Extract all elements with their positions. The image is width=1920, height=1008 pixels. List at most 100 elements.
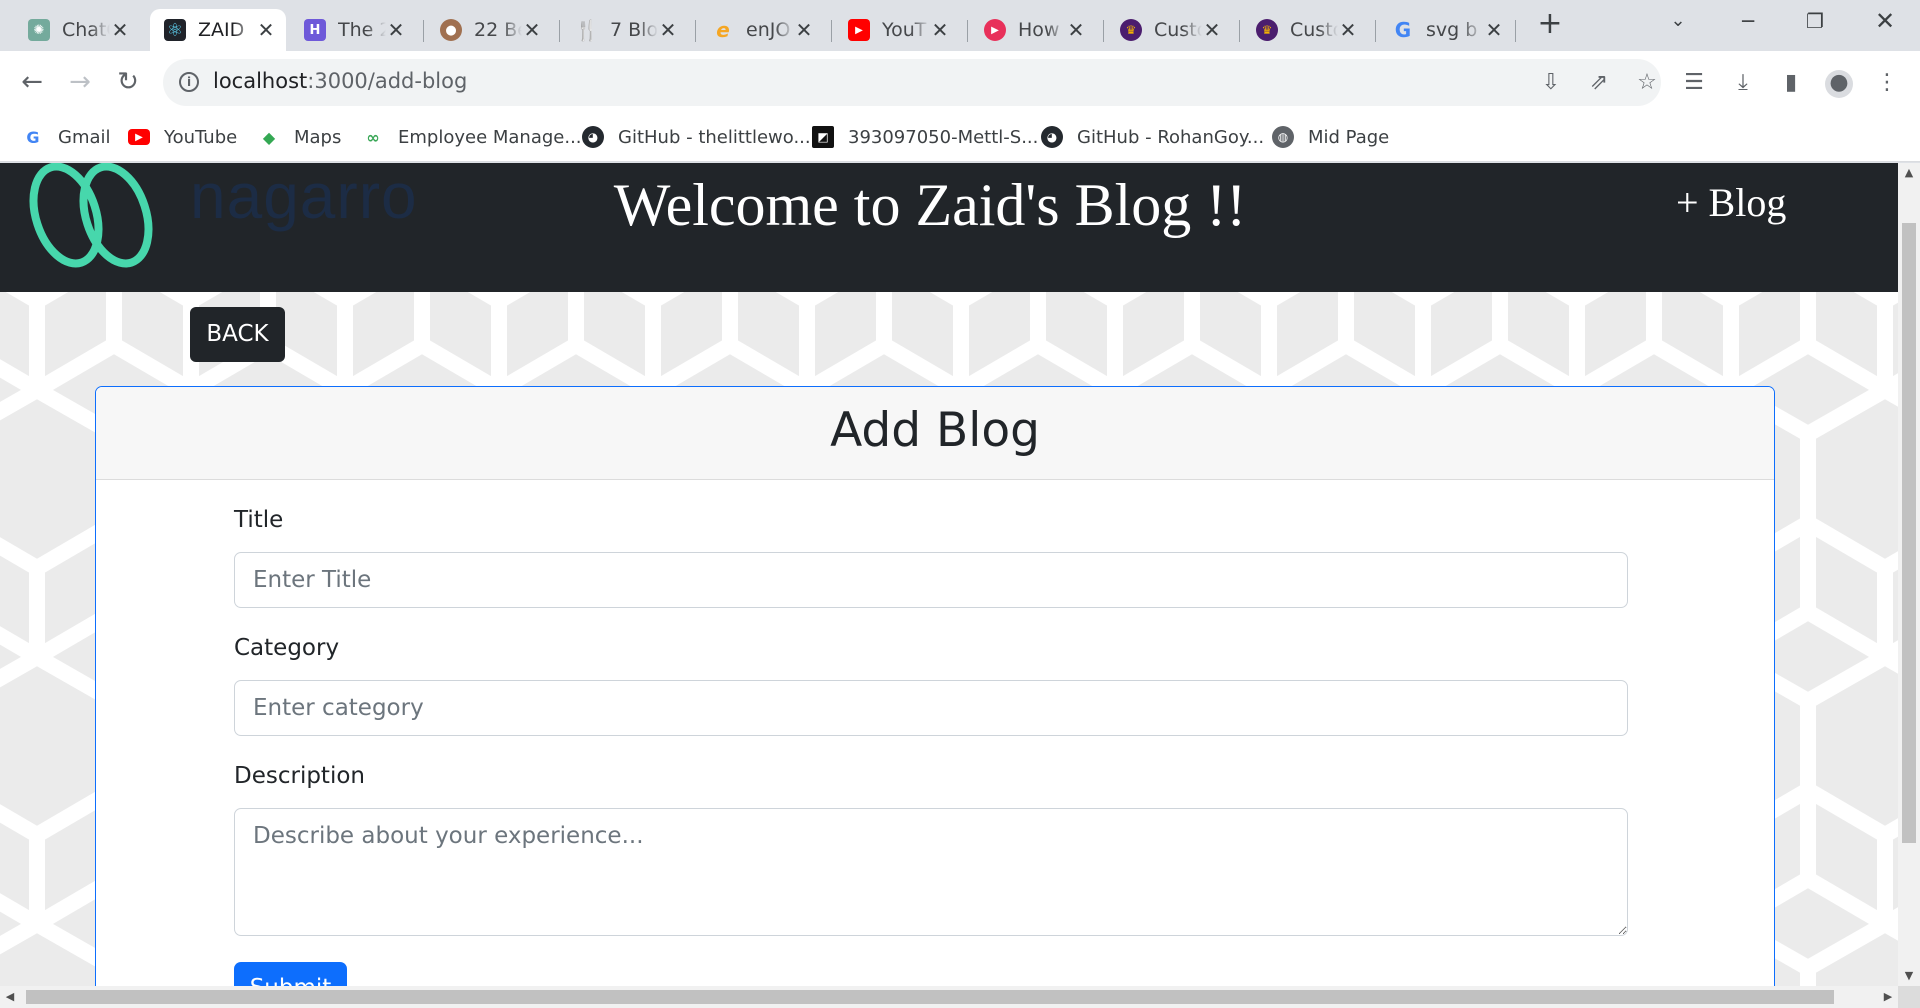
horizontal-scrollbar[interactable]: ◀ ▶ [0, 986, 1898, 1008]
window-close-icon[interactable]: ✕ [1870, 6, 1900, 36]
scroll-up-icon[interactable]: ▲ [1898, 163, 1920, 183]
tab-svg[interactable]: G svg b ✕ [1378, 9, 1514, 51]
tab-divider [559, 20, 560, 42]
vertical-scroll-thumb[interactable] [1902, 223, 1916, 843]
tab-how[interactable]: ▶ How ✕ [970, 9, 1096, 51]
close-icon[interactable]: ✕ [522, 18, 542, 42]
new-tab-button[interactable]: + [1535, 9, 1565, 40]
forward-arrow-icon[interactable]: → [64, 67, 96, 99]
category-input[interactable] [234, 680, 1628, 736]
download-icon[interactable]: ⤓ [1729, 70, 1757, 98]
profile-avatar[interactable]: ● [1825, 70, 1853, 98]
submit-button[interactable]: Submit [234, 962, 347, 986]
bookmark-maps[interactable]: ◆ Maps [258, 124, 342, 150]
close-icon[interactable]: ✕ [1202, 18, 1222, 42]
tab-label: 22 Be [474, 19, 522, 41]
tab-zaid[interactable]: ⚛ ZAID ✕ [150, 9, 286, 51]
close-icon[interactable]: ✕ [658, 18, 678, 42]
close-icon[interactable]: ✕ [110, 18, 130, 42]
add-blog-link[interactable]: + Blog [1676, 179, 1786, 226]
fork-knife-icon: 🍴 [574, 18, 600, 42]
tab-22-best[interactable]: ● 22 Be ✕ [426, 9, 552, 51]
tab-label: Custo [1154, 19, 1202, 41]
tab-enjoy[interactable]: e enJO ✕ [698, 9, 824, 51]
tab-label: 7 Blo [610, 19, 658, 41]
bookmark-github-1[interactable]: ◕ GitHub - thelittlewo... [582, 124, 811, 150]
reload-icon[interactable]: ↻ [112, 67, 144, 99]
tab-divider [1375, 20, 1376, 42]
back-button[interactable]: BACK [190, 307, 285, 362]
close-icon[interactable]: ✕ [1484, 18, 1504, 42]
title-label: Title [234, 507, 284, 533]
play-icon: ▶ [984, 19, 1006, 41]
url-path: :3000/add-blog [307, 69, 468, 93]
bookmark-gmail[interactable]: G Gmail [22, 124, 111, 150]
menu-kebab-icon[interactable]: ⋮ [1873, 70, 1901, 98]
tab-label: ZAID [198, 19, 245, 41]
tab-chatgpt[interactable]: ✺ ChatGPT ✕ [14, 9, 140, 51]
bookmark-employee[interactable]: ∞ Employee Manage... [362, 124, 581, 150]
bookmark-mettl[interactable]: ◩ 393097050-Mettl-S... [812, 124, 1038, 150]
vertical-scrollbar[interactable]: ▲ ▼ [1898, 163, 1920, 986]
site-navbar: nagarro Welcome to Zaid's Blog !! + Blog [0, 163, 1898, 292]
tab-divider [967, 20, 968, 42]
employee-icon: ∞ [366, 127, 380, 147]
google-icon: G [1394, 18, 1412, 42]
scrollbar-corner [1898, 986, 1920, 1008]
tab-custom-1[interactable]: ♛ Custo ✕ [1106, 9, 1232, 51]
horizontal-scroll-thumb[interactable] [26, 990, 1834, 1004]
address-url[interactable]: localhost:3000/add-blog [213, 69, 467, 93]
globe-icon: ◍ [1272, 126, 1294, 148]
description-textarea[interactable] [234, 808, 1628, 936]
bookmark-star-icon[interactable]: ☆ [1634, 71, 1660, 97]
address-bar[interactable]: i localhost:3000/add-blog ⇩ ⇗ ☆ [163, 59, 1661, 106]
site-title: Welcome to Zaid's Blog !! [613, 172, 1247, 238]
close-icon[interactable]: ✕ [930, 18, 950, 42]
site-info-icon[interactable]: i [179, 72, 199, 92]
github-icon: ◕ [582, 126, 604, 148]
close-icon[interactable]: ✕ [1066, 18, 1086, 42]
minimize-icon[interactable]: ─ [1733, 6, 1763, 36]
crown-icon: ♛ [1256, 19, 1278, 41]
tab-divider [1103, 20, 1104, 42]
crown-icon: ♛ [1120, 19, 1142, 41]
avatar-icon: ● [440, 19, 462, 41]
scroll-down-icon[interactable]: ▼ [1898, 966, 1920, 986]
side-panel-icon[interactable]: ▮ [1777, 70, 1805, 98]
restore-icon[interactable]: ❐ [1800, 6, 1830, 36]
bookmark-label: Gmail [58, 126, 111, 148]
card-title: Add Blog [96, 387, 1774, 480]
tab-custom-2[interactable]: ♛ Custo ✕ [1242, 9, 1368, 51]
youtube-icon: ▶ [848, 19, 870, 41]
install-app-icon[interactable]: ⇩ [1538, 71, 1564, 97]
bookmark-label: Maps [294, 126, 342, 148]
close-icon[interactable]: ✕ [794, 18, 814, 42]
scroll-left-icon[interactable]: ◀ [0, 986, 20, 1008]
share-icon[interactable]: ⇗ [1586, 71, 1612, 97]
tab-7-blog[interactable]: 🍴 7 Blo ✕ [562, 9, 688, 51]
bookmark-youtube[interactable]: ▶ YouTube [128, 124, 237, 150]
tab-label: enJO [746, 19, 791, 41]
bookmark-mid-page[interactable]: ◍ Mid Page [1272, 124, 1389, 150]
tab-divider [423, 20, 424, 42]
tab-hashnode[interactable]: H The 2 ✕ [290, 9, 416, 51]
hashnode-icon: H [304, 19, 326, 41]
close-icon[interactable]: ✕ [386, 18, 406, 42]
browser-toolbar: ← → ↻ i localhost:3000/add-blog ⇩ ⇗ ☆ ☰ … [0, 51, 1920, 114]
github-icon: ◕ [1041, 126, 1063, 148]
back-arrow-icon[interactable]: ← [16, 67, 48, 99]
page-viewport: nagarro Welcome to Zaid's Blog !! + Blog… [0, 163, 1898, 986]
reading-list-icon[interactable]: ☰ [1680, 70, 1708, 98]
bookmark-github-2[interactable]: ◕ GitHub - RohanGoy... [1041, 124, 1264, 150]
tab-divider [831, 20, 832, 42]
url-host: localhost [213, 69, 308, 93]
scroll-right-icon[interactable]: ▶ [1878, 986, 1898, 1008]
mettl-icon: ◩ [812, 126, 834, 148]
maps-icon: ◆ [262, 127, 276, 147]
close-icon[interactable]: ✕ [1338, 18, 1358, 42]
title-input[interactable] [234, 552, 1628, 608]
tab-search-icon[interactable]: ⌄ [1663, 6, 1693, 36]
close-icon[interactable]: ✕ [256, 18, 276, 42]
tab-youtube[interactable]: ▶ YouT ✕ [834, 9, 960, 51]
tab-label: svg b [1426, 19, 1478, 41]
